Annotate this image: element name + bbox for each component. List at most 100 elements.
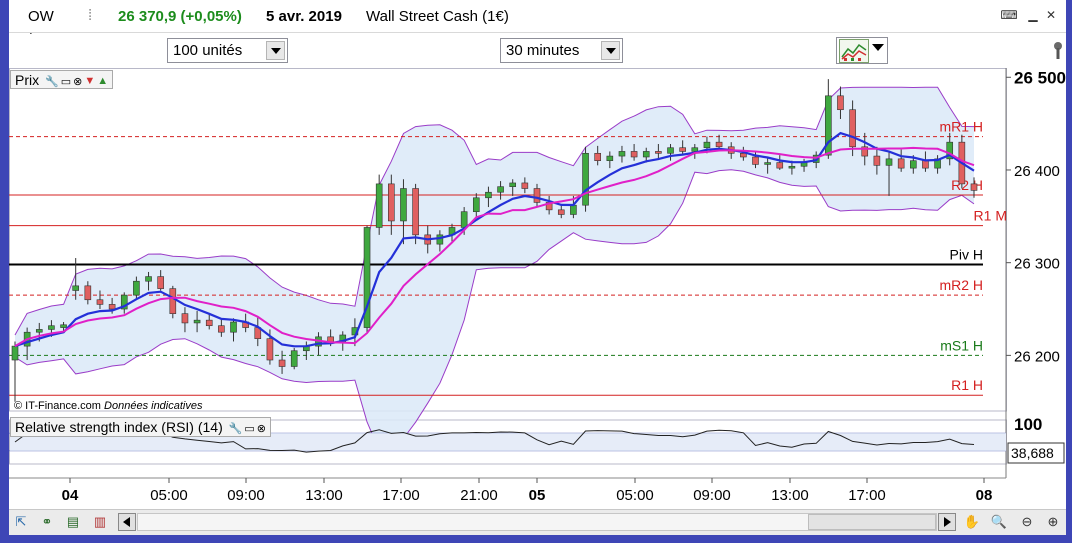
- y-tick-label: 26 400: [1014, 163, 1060, 180]
- candle-body: [230, 321, 237, 333]
- x-tick-label: 21:00: [460, 487, 498, 504]
- scrollbar-thumb[interactable]: [808, 514, 936, 530]
- chart-indicator-icon: [839, 39, 869, 63]
- candle-body: [205, 319, 213, 327]
- chevron-down-icon[interactable]: [872, 44, 884, 51]
- level-label: R1 H: [951, 377, 983, 393]
- candle-body: [266, 338, 274, 361]
- level-label: R1 M: [974, 208, 1007, 224]
- level-label: Piv H: [950, 247, 983, 263]
- watermark-source: © IT-Finance.com: [14, 400, 101, 412]
- candle-body: [72, 285, 79, 291]
- level-label: R2 H: [951, 177, 983, 193]
- window-frame-left: [0, 0, 9, 543]
- candle-body: [630, 151, 638, 158]
- title-price-change: 26 370,9 (+0,05%): [118, 8, 242, 25]
- candle-body: [133, 280, 140, 296]
- candles-icon[interactable]: ▥: [91, 513, 109, 531]
- close-icon[interactable]: ⊗: [73, 75, 82, 88]
- candle-body: [497, 186, 504, 193]
- x-tick-label: 09:00: [227, 487, 265, 504]
- candle-body: [533, 188, 541, 203]
- candle-body: [752, 156, 759, 165]
- rsi-legend[interactable]: Relative strength index (RSI) (14) 🔧 ▭ ⊗: [10, 417, 271, 437]
- candle-body: [485, 191, 492, 199]
- candle-body: [570, 204, 577, 215]
- candle-body: [218, 325, 225, 333]
- wrench-icon[interactable]: 🔧: [229, 422, 243, 435]
- zoom-fit-icon[interactable]: 🔍: [990, 513, 1008, 531]
- indicator-selector[interactable]: [836, 37, 888, 64]
- candle-body: [472, 197, 480, 212]
- candle-body: [412, 188, 419, 236]
- close-icon[interactable]: ✕: [1042, 8, 1060, 22]
- candle-body: [667, 147, 674, 154]
- x-tick-label: 08: [976, 487, 993, 504]
- minimize-icon[interactable]: ▁: [1024, 8, 1042, 22]
- candle-body: [509, 182, 517, 187]
- price-legend-label: Prix: [15, 72, 40, 88]
- share-icon[interactable]: ⇱: [12, 513, 30, 531]
- candle-body: [776, 162, 784, 169]
- move-down-icon[interactable]: ▼: [84, 75, 95, 87]
- rsi-top-label: 100: [1014, 415, 1042, 434]
- candle-body: [873, 155, 881, 166]
- x-tick-label: 05:00: [616, 487, 654, 504]
- candle-body: [145, 276, 152, 282]
- chevron-down-icon[interactable]: [266, 41, 285, 60]
- title-date: 5 avr. 2019: [266, 8, 342, 25]
- candle-body: [703, 141, 711, 149]
- level-label: mR2 H: [939, 277, 983, 293]
- candle-body: [48, 325, 55, 330]
- zoom-out-icon[interactable]: ⊖: [1018, 513, 1036, 531]
- candle-body: [557, 209, 565, 215]
- candle-body: [11, 345, 19, 361]
- move-up-icon[interactable]: ▲: [97, 75, 108, 87]
- chevron-down-icon[interactable]: [601, 41, 620, 60]
- candle-body: [96, 299, 104, 305]
- close-icon[interactable]: ⊗: [257, 422, 266, 435]
- link-icon[interactable]: ⚭: [38, 513, 56, 531]
- x-tick-label: 13:00: [305, 487, 343, 504]
- candle-body: [193, 319, 201, 324]
- chart-type-icon[interactable]: ▤: [64, 513, 82, 531]
- candle-body: [460, 211, 468, 228]
- wrench-icon[interactable]: [1051, 40, 1065, 60]
- candle-body: [400, 188, 407, 222]
- wrench-icon[interactable]: 🔧: [45, 75, 59, 88]
- units-dropdown[interactable]: 100 unités: [167, 38, 288, 63]
- x-tick-label: 05: [529, 487, 546, 504]
- timeframe-dropdown-label: 30 minutes: [506, 42, 580, 59]
- candle-body: [679, 147, 686, 152]
- candle-body: [740, 152, 747, 158]
- x-tick-label: 05:00: [150, 487, 188, 504]
- title-instrument: Wall Street Cash (1€): [366, 8, 509, 25]
- maximize-icon[interactable]: ▭: [244, 422, 254, 435]
- chart-area[interactable]: mR1 H R2 H R1 M Piv H mR2 H mS1 H R1 H 100 38,6…: [9, 68, 1066, 509]
- price-legend[interactable]: Prix 🔧 ▭ ⊗ ▼ ▲: [10, 70, 114, 89]
- candle-body: [375, 183, 383, 228]
- candle-body: [521, 182, 529, 189]
- x-tick-label: 04: [62, 487, 79, 504]
- y-tick-label: 26 300: [1014, 256, 1060, 273]
- timeframe-dropdown[interactable]: 30 minutes: [500, 38, 623, 63]
- x-tick-label: 09:00: [693, 487, 731, 504]
- maximize-icon[interactable]: ▭: [61, 75, 71, 88]
- rsi-legend-label: Relative strength index (RSI) (14): [15, 419, 223, 435]
- candle-body: [108, 304, 116, 310]
- title-ticker: OW: [28, 8, 54, 25]
- candle-body: [278, 359, 286, 367]
- scroll-left-button[interactable]: [118, 513, 136, 531]
- candle-body: [691, 147, 699, 152]
- candle-body: [910, 160, 917, 169]
- scroll-right-button[interactable]: [938, 513, 956, 531]
- candle-body: [169, 288, 177, 314]
- candle-body: [642, 151, 650, 158]
- zoom-in-icon[interactable]: ⊕: [1044, 513, 1062, 531]
- candle-body: [157, 276, 164, 289]
- window-menu-icon[interactable]: ⌨: [1000, 8, 1018, 22]
- hand-icon[interactable]: ✋: [963, 513, 981, 531]
- candle-body: [582, 152, 589, 206]
- candle-body: [837, 95, 844, 111]
- candle-body: [922, 160, 929, 169]
